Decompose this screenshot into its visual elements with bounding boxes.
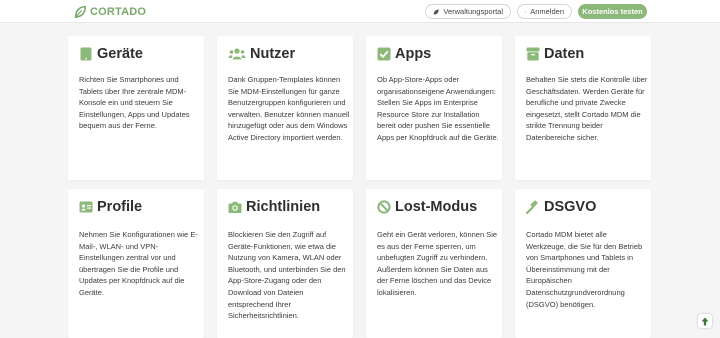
card-description: Cortado MDM bietet alle Werkzeuge, die S… [526, 230, 643, 309]
camera-icon [228, 200, 242, 214]
card-header: DSGVO [526, 199, 596, 215]
leaf-logo-icon [74, 5, 87, 18]
card-description: Blockieren Sie den Zugriff auf Geräte-Fu… [228, 230, 346, 321]
card-title: Geräte [97, 46, 143, 62]
feature-card-apps: Apps Ob App-Store-Apps oder organisation… [366, 36, 502, 180]
card-description: Richten Sie Smartphones und Tablets über… [79, 75, 190, 131]
card-title: Lost-Modus [395, 199, 478, 215]
card-description: Nehmen Sie Konfigurationen wie E-Mail-, … [79, 230, 198, 297]
admin-portal-button[interactable]: Verwaltungsportal [425, 4, 511, 19]
archive-box-icon [526, 47, 540, 61]
feature-card-lost-modus: Lost-Modus Geht ein Gerät verloren, könn… [366, 189, 502, 338]
feature-card-dsgvo: DSGVO Cortado MDM bietet alle Werkzeuge,… [515, 189, 651, 338]
card-description: Ob App-Store-Apps oder organisationseige… [377, 75, 499, 142]
card-description: Behalten Sie stets die Kontrolle über Ge… [526, 75, 648, 142]
tablet-icon [79, 47, 93, 61]
card-header: Lost-Modus [377, 199, 477, 215]
feature-card-richtlinien: Richtlinien Blockieren Sie den Zugriff a… [217, 189, 353, 338]
users-icon [228, 47, 246, 61]
card-title: Nutzer [250, 46, 296, 62]
feature-card-daten: Daten Behalten Sie stets die Kontrolle ü… [515, 36, 651, 180]
card-description: Dank Gruppen-Templates können Sie MDM-Ei… [228, 75, 350, 142]
gavel-icon [526, 200, 540, 214]
card-header: Nutzer [228, 46, 295, 62]
cortado-logo[interactable]: CORTADO [73, 4, 146, 19]
arrow-up-icon [701, 317, 709, 325]
card-header: Geräte [79, 46, 143, 62]
top-navigation-bar: CORTADO Verwaltungsportal Anmelden Koste… [0, 0, 720, 23]
leaf-icon [433, 8, 439, 15]
card-header: Apps [377, 46, 431, 62]
card-header: Daten [526, 46, 584, 62]
free-trial-button[interactable]: Kostenlos testen [578, 4, 647, 19]
logo-text: CORTADO [90, 5, 147, 18]
card-title: Profile [97, 199, 143, 215]
card-description: Geht ein Gerät verloren, können Sie es a… [377, 230, 498, 297]
card-header: Richtlinien [228, 199, 320, 215]
checkbox-icon [377, 47, 391, 61]
card-title: Richtlinien [246, 199, 321, 215]
id-card-icon [79, 200, 93, 214]
user-circle-icon [525, 10, 527, 13]
scroll-to-top-button[interactable] [698, 314, 712, 328]
card-title: Daten [544, 46, 585, 62]
admin-portal-label: Verwaltungsportal [443, 7, 503, 16]
feature-card-profile: Profile Nehmen Sie Konfigurationen wie E… [68, 189, 204, 338]
feature-card-nutzer: Nutzer Dank Gruppen-Templates können Sie… [217, 36, 353, 180]
ban-icon [377, 200, 391, 214]
login-button[interactable]: Anmelden [517, 4, 572, 19]
card-title: DSGVO [544, 199, 597, 215]
login-label: Anmelden [530, 7, 564, 16]
feature-card-geraete: Geräte Richten Sie Smartphones und Table… [68, 36, 204, 180]
card-header: Profile [79, 199, 142, 215]
card-title: Apps [395, 46, 432, 62]
